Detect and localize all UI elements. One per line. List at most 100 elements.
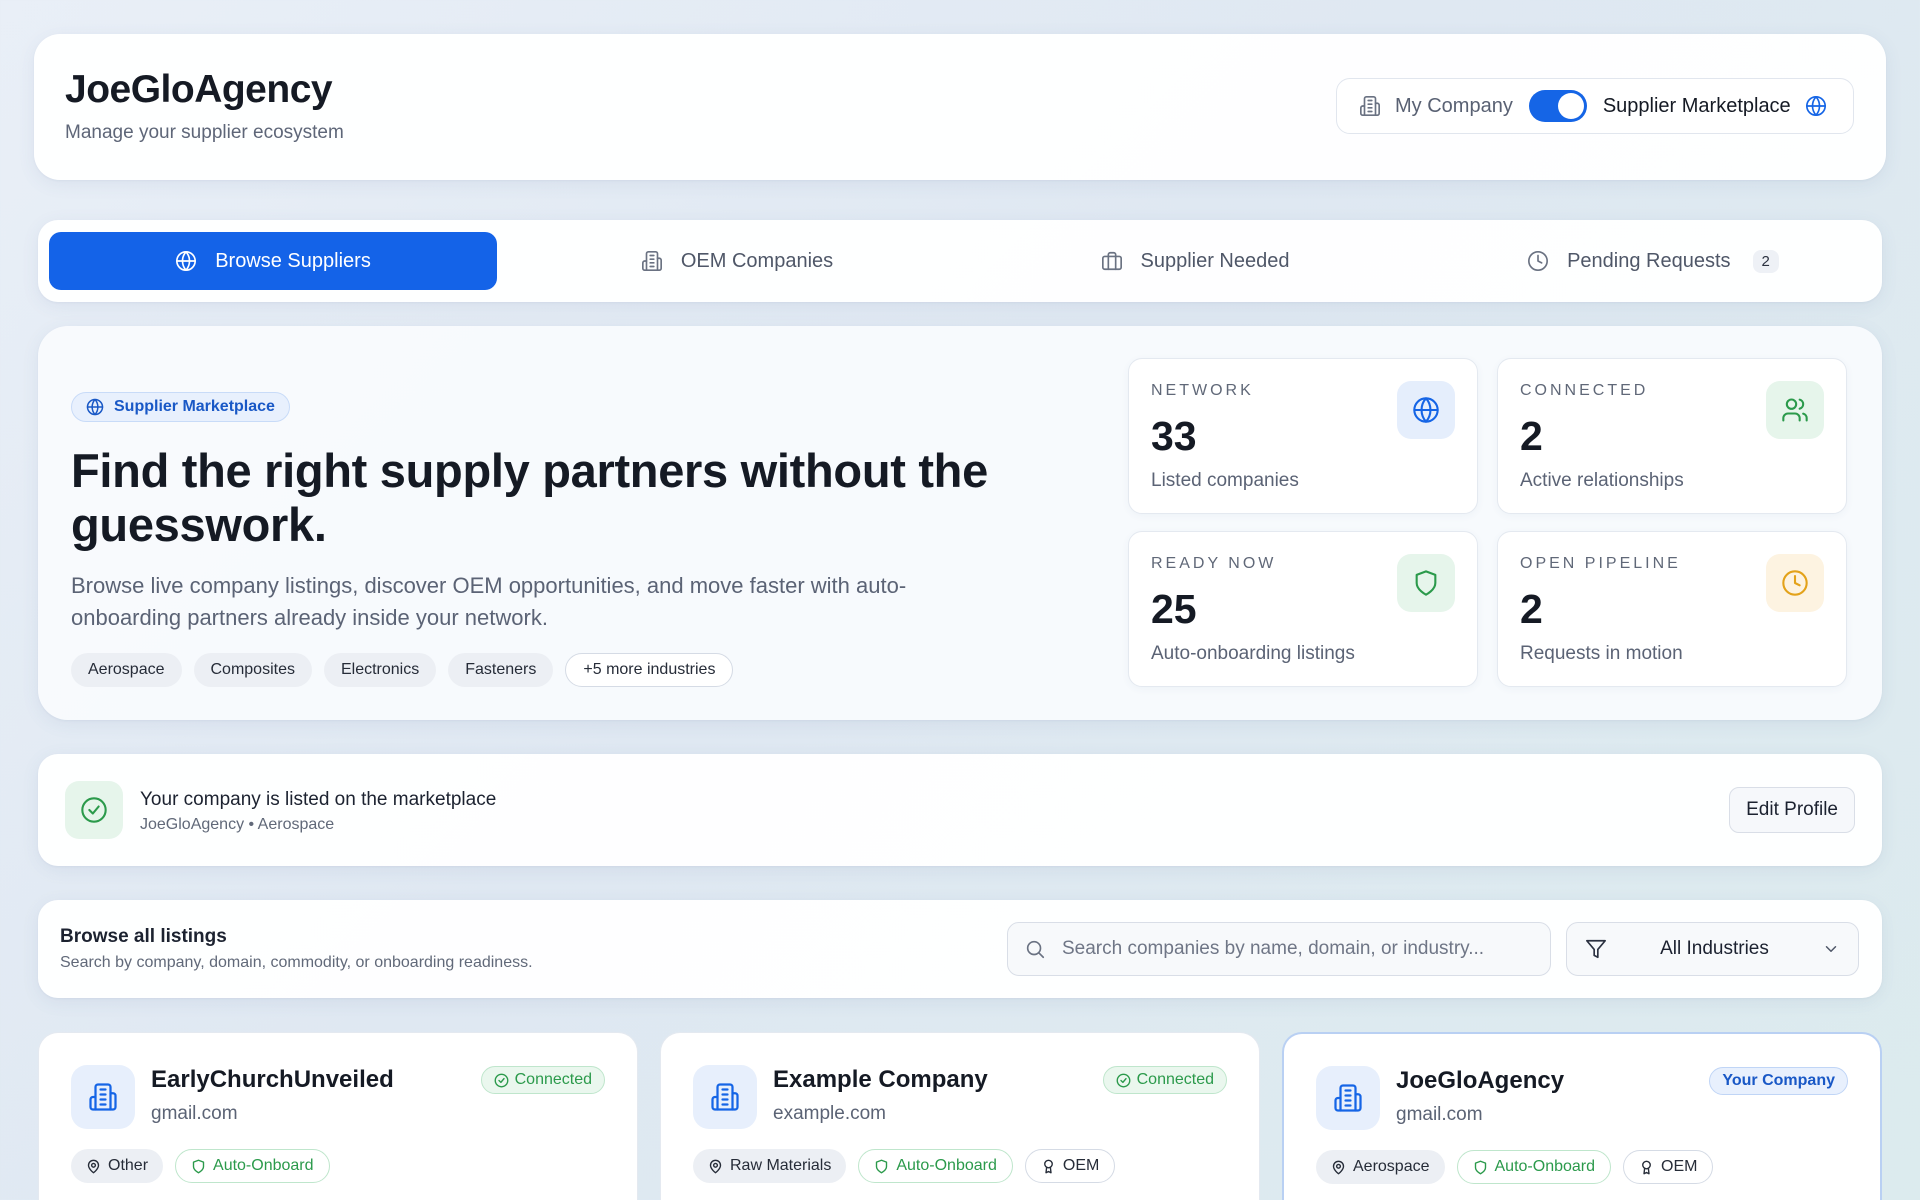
company-card-own[interactable]: JoeGloAgency gmail.com Your Company Aero… (1282, 1032, 1882, 1200)
stat-desc: Requests in motion (1520, 643, 1683, 664)
clock-icon (1527, 250, 1549, 272)
more-industries-chip[interactable]: +5 more industries (565, 653, 734, 687)
users-icon (1766, 381, 1824, 439)
search-input[interactable] (1062, 938, 1522, 960)
stat-desc: Listed companies (1151, 470, 1299, 491)
map-pin-icon (1331, 1160, 1346, 1175)
stat-connected: CONNECTED 2 Active relationships (1497, 358, 1847, 514)
stat-value: 2 (1520, 586, 1543, 632)
industry-chip[interactable]: Fasteners (448, 653, 554, 687)
stat-key: READY NOW (1151, 555, 1277, 572)
award-icon (1041, 1159, 1056, 1174)
check-circle-icon (494, 1073, 509, 1088)
marketplace-badge: Supplier Marketplace (71, 392, 290, 422)
tab-browse-suppliers[interactable]: Browse Suppliers (49, 232, 497, 290)
industry-tag: Other (71, 1149, 164, 1183)
stat-key: OPEN PIPELINE (1520, 555, 1681, 572)
stat-ready-now: READY NOW 25 Auto-onboarding listings (1128, 531, 1478, 687)
your-company-badge: Your Company (1709, 1067, 1848, 1095)
listing-status-title: Your company is listed on the marketplac… (140, 789, 497, 810)
browse-subtitle: Search by company, domain, commodity, or… (60, 954, 533, 971)
badge-label: Supplier Marketplace (114, 398, 275, 415)
globe-icon (175, 250, 197, 272)
company-name: JoeGloAgency (1396, 1067, 1565, 1094)
company-card[interactable]: EarlyChurchUnveiled gmail.com Connected … (38, 1032, 638, 1200)
edit-profile-button[interactable]: Edit Profile (1729, 787, 1855, 833)
tab-label: OEM Companies (680, 249, 834, 272)
industry-chip[interactable]: Electronics (323, 653, 437, 687)
check-circle-icon (1116, 1073, 1131, 1088)
tab-label: Supplier Needed (1140, 249, 1290, 272)
globe-icon (1805, 95, 1827, 117)
switch-label-marketplace[interactable]: Supplier Marketplace (1603, 95, 1791, 118)
tag-label: Auto-Onboard (213, 1157, 314, 1174)
tag-label: OEM (1661, 1158, 1698, 1175)
stat-desc: Auto-onboarding listings (1151, 643, 1355, 664)
industry-filter-select[interactable]: All Industries (1566, 922, 1859, 976)
building-icon (1359, 95, 1381, 117)
app-header: JoeGloAgency Manage your supplier ecosys… (34, 34, 1886, 180)
company-tags: Raw Materials Auto-Onboard OEM (693, 1149, 1116, 1183)
industry-chip[interactable]: Aerospace (71, 653, 182, 687)
switch-label-my-company[interactable]: My Company (1395, 95, 1513, 118)
building-icon (71, 1065, 135, 1129)
tag-label: Auto-Onboard (1494, 1158, 1596, 1175)
listing-status-subtitle: JoeGloAgency • Aerospace (140, 816, 335, 833)
industry-chip[interactable]: Composites (193, 653, 312, 687)
status-badge: Connected (480, 1066, 605, 1094)
main-tabs: Browse Suppliers OEM Companies Supplier … (38, 220, 1882, 302)
shield-icon (874, 1159, 889, 1174)
globe-icon (86, 398, 104, 416)
tab-oem-companies[interactable]: OEM Companies (513, 232, 961, 290)
listing-status-bar: Your company is listed on the marketplac… (38, 754, 1882, 866)
search-box (1007, 922, 1551, 976)
chevron-down-icon (1822, 940, 1840, 958)
company-name: EarlyChurchUnveiled (151, 1066, 394, 1093)
building-icon (1316, 1066, 1380, 1130)
globe-icon (1397, 381, 1455, 439)
status-badge: Connected (1102, 1066, 1227, 1094)
company-domain: gmail.com (151, 1103, 238, 1124)
toggle-knob (1557, 93, 1584, 119)
award-icon (1639, 1160, 1654, 1175)
clock-icon (1766, 554, 1824, 612)
industry-tag: Raw Materials (693, 1149, 847, 1183)
shield-icon (191, 1159, 206, 1174)
oem-tag: OEM (1024, 1149, 1116, 1183)
industry-chips: Aerospace Composites Electronics Fastene… (71, 653, 734, 687)
company-name: Example Company (773, 1066, 988, 1093)
tag-label: OEM (1062, 1157, 1100, 1174)
tab-label: Pending Requests (1567, 249, 1731, 272)
company-card[interactable]: Example Company example.com Connected Ra… (660, 1032, 1260, 1200)
tab-supplier-needed[interactable]: Supplier Needed (971, 232, 1419, 290)
badge-label: Connected (1136, 1071, 1214, 1088)
stat-desc: Active relationships (1520, 470, 1684, 491)
stat-key: NETWORK (1151, 382, 1254, 399)
auto-onboard-tag: Auto-Onboard (1456, 1150, 1612, 1184)
oem-tag: OEM (1623, 1150, 1714, 1184)
company-tags: Other Auto-Onboard (71, 1149, 330, 1183)
stat-value: 25 (1151, 586, 1197, 632)
hero-title: Find the right supply partners without t… (71, 444, 988, 551)
shield-icon (1397, 554, 1455, 612)
stat-network: NETWORK 33 Listed companies (1128, 358, 1478, 514)
browse-title: Browse all listings (60, 926, 227, 947)
view-toggle[interactable] (1528, 90, 1587, 122)
view-switcher: My Company Supplier Marketplace (1336, 78, 1854, 134)
auto-onboard-tag: Auto-Onboard (175, 1149, 330, 1183)
stat-key: CONNECTED (1520, 382, 1649, 399)
auto-onboard-tag: Auto-Onboard (858, 1149, 1013, 1183)
browse-toolbar: Browse all listings Search by company, d… (38, 900, 1882, 998)
tab-label: Browse Suppliers (215, 249, 371, 272)
building-icon (641, 250, 663, 272)
app-subtitle: Manage your supplier ecosystem (65, 122, 344, 143)
tag-label: Aerospace (1353, 1158, 1430, 1175)
hero-description: Browse live company listings, discover O… (71, 573, 907, 630)
hero-panel: Supplier Marketplace Find the right supp… (38, 326, 1882, 720)
company-domain: example.com (773, 1103, 886, 1124)
map-pin-icon (86, 1159, 101, 1174)
tab-pending-requests[interactable]: Pending Requests 2 (1429, 232, 1877, 290)
tag-label: Auto-Onboard (896, 1157, 997, 1174)
check-circle-icon (65, 781, 123, 839)
stat-open-pipeline: OPEN PIPELINE 2 Requests in motion (1497, 531, 1847, 687)
